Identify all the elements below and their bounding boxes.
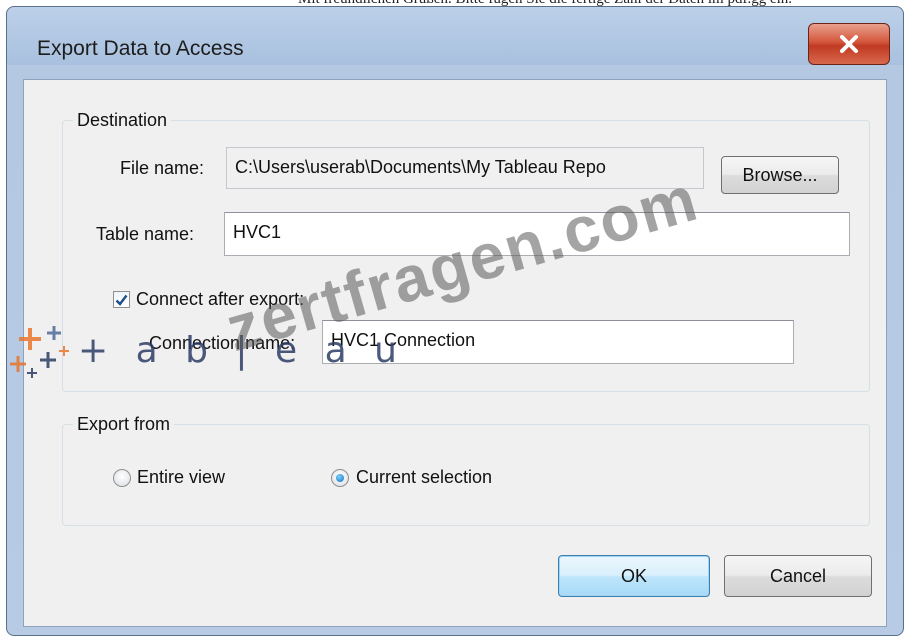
- table-name-label: Table name:: [96, 224, 195, 244]
- entire-view-label: Entire view: [137, 467, 226, 487]
- dialog-window: Export Data to Access Destination File n…: [6, 6, 904, 636]
- window-title: Export Data to Access: [37, 37, 244, 60]
- ok-button[interactable]: OK: [558, 555, 710, 597]
- current-selection-label: Current selection: [356, 467, 493, 487]
- destination-group-title: Destination: [73, 110, 172, 130]
- cancel-button[interactable]: Cancel: [724, 555, 872, 597]
- close-button[interactable]: [808, 23, 890, 65]
- browse-button[interactable]: Browse...: [721, 156, 839, 194]
- export-from-group-title: Export from: [73, 414, 175, 434]
- radio-selected-dot: [336, 474, 344, 482]
- entire-view-radio[interactable]: [113, 469, 131, 487]
- current-selection-radio[interactable]: [331, 469, 349, 487]
- checkmark-icon: [115, 294, 128, 306]
- connect-after-export-checkbox[interactable]: [113, 291, 130, 308]
- close-icon: [839, 35, 859, 53]
- file-name-label: File name:: [120, 158, 205, 178]
- tableau-cross-logo-icon: [10, 326, 69, 378]
